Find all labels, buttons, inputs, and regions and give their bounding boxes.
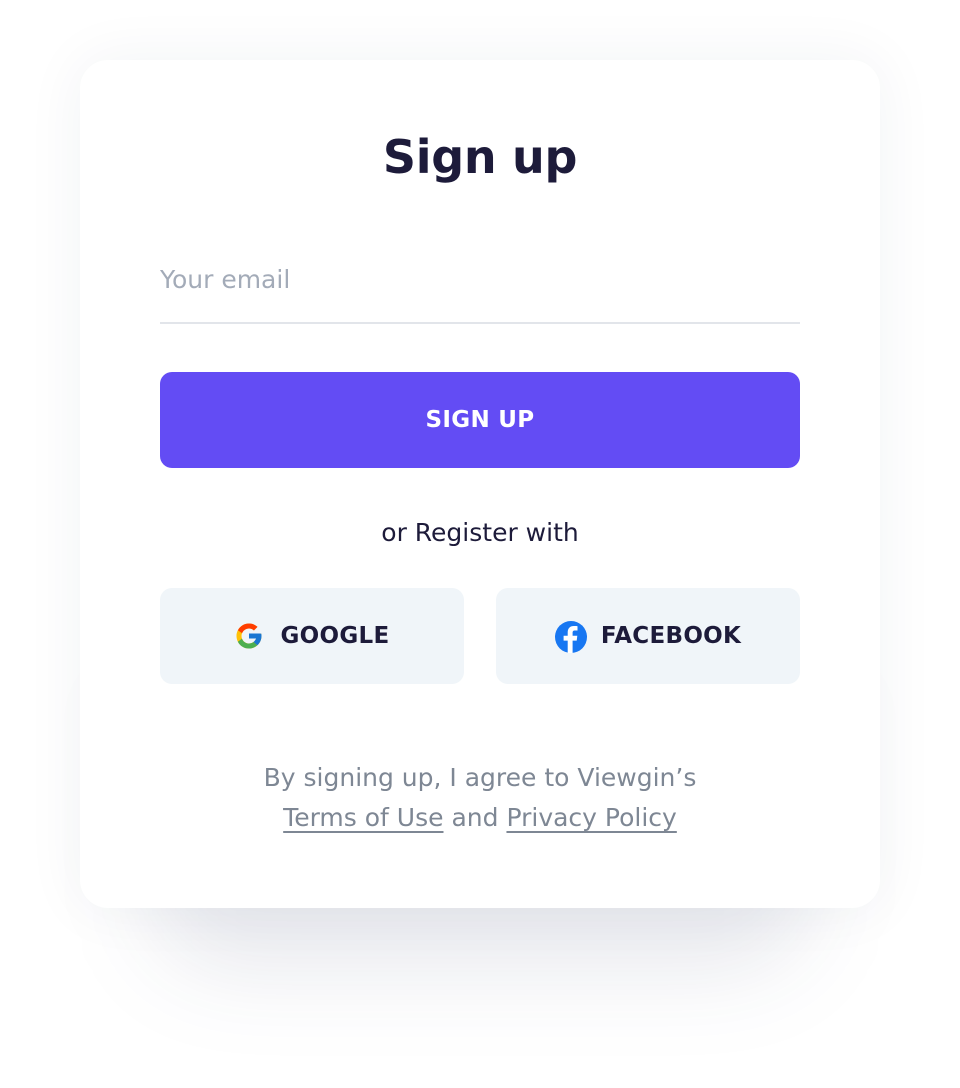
facebook-button[interactable]: FACEBOOK xyxy=(496,588,800,684)
legal-line-2: Terms of Use and Privacy Policy xyxy=(80,798,880,838)
legal-line-1: By signing up, I agree to Viewgin’s xyxy=(263,763,697,792)
email-field[interactable] xyxy=(160,252,800,324)
google-icon xyxy=(234,621,264,651)
facebook-label: FACEBOOK xyxy=(600,623,742,649)
facebook-icon xyxy=(554,621,587,653)
privacy-policy-link[interactable]: Privacy Policy xyxy=(506,803,676,832)
terms-of-use-link[interactable]: Terms of Use xyxy=(283,803,443,832)
email-input[interactable] xyxy=(160,252,800,306)
register-with-text: or Register with xyxy=(381,518,579,547)
google-button[interactable]: GOOGLE xyxy=(160,588,464,684)
signup-button-label: SIGN UP xyxy=(425,407,535,433)
legal-text: By signing up, I agree to Viewgin’s Term… xyxy=(80,758,880,838)
signup-card: Sign up SIGN UP or Register with GOOGLE xyxy=(80,60,880,908)
legal-and-text: and xyxy=(451,803,499,832)
page-title: Sign up xyxy=(382,130,578,184)
google-label: GOOGLE xyxy=(280,623,390,649)
signup-button[interactable]: SIGN UP xyxy=(160,372,800,468)
page: Sign up SIGN UP or Register with GOOGLE xyxy=(0,0,960,1088)
